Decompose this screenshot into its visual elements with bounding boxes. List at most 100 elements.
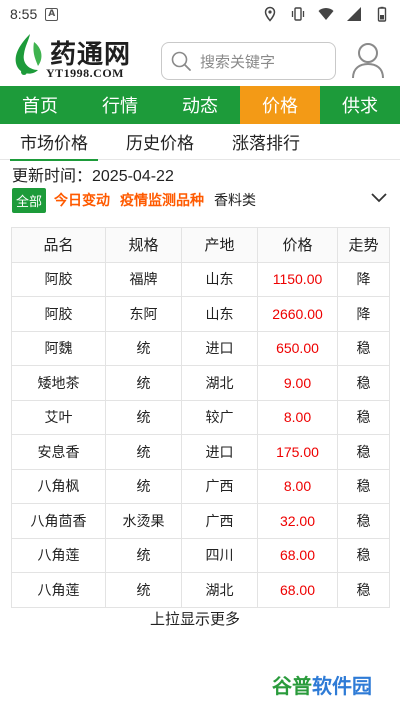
cell-price: 1150.00 bbox=[257, 261, 338, 297]
table-row[interactable]: 安息香统进口 175.00 稳 bbox=[11, 434, 390, 470]
cell-name: 阿胶 bbox=[11, 261, 106, 297]
cell-name: 矮地茶 bbox=[11, 365, 106, 401]
cell-name: 八角莲 bbox=[11, 537, 106, 573]
table-row[interactable]: 八角莲统湖北 68.00 稳 bbox=[11, 572, 390, 608]
load-more-hint[interactable]: 上拉显示更多 bbox=[0, 608, 390, 629]
watermark-part1: 谷普 bbox=[272, 674, 312, 698]
cell-name: 八角枫 bbox=[11, 468, 106, 504]
cell-price: 175.00 bbox=[257, 434, 338, 470]
cell-price: 68.00 bbox=[257, 572, 338, 608]
cell-trend: 降 bbox=[337, 261, 390, 297]
cell-trend: 稳 bbox=[337, 572, 390, 608]
table-row[interactable]: 八角茴香 水烫果 广西 32.00 稳 bbox=[11, 503, 390, 539]
location-icon bbox=[264, 6, 276, 22]
cell-origin: 较广 bbox=[181, 399, 258, 435]
cell-trend: 降 bbox=[337, 296, 390, 332]
cell-trend: 稳 bbox=[337, 468, 390, 504]
filter-today-change[interactable]: 今日变动 bbox=[54, 190, 110, 210]
nav-news[interactable]: 动态 bbox=[160, 86, 240, 124]
table-row[interactable]: 八角莲统四川 68.00 稳 bbox=[11, 537, 390, 573]
col-header-origin: 产地 bbox=[181, 227, 258, 263]
app-notification-icon: A bbox=[45, 7, 59, 21]
cell-spec: 福牌 bbox=[105, 261, 182, 297]
cell-trend: 稳 bbox=[337, 503, 390, 539]
table-row[interactable]: 阿胶 福牌 山东 1150.00 降 bbox=[11, 261, 390, 297]
cell-name: 阿魏 bbox=[11, 330, 106, 366]
cell-origin: 进口 bbox=[181, 330, 258, 366]
cell-name: 八角莲 bbox=[11, 572, 106, 608]
tab-market-price[interactable]: 市场价格 bbox=[10, 124, 98, 161]
cell-spec: 统 bbox=[105, 434, 182, 470]
search-icon bbox=[171, 51, 191, 71]
cell-spec: 统 bbox=[105, 365, 182, 401]
cell-spec: 东阿 bbox=[105, 296, 182, 332]
sub-tabs: 市场价格 历史价格 涨落排行 bbox=[0, 124, 400, 161]
cell-price: 8.00 bbox=[257, 399, 338, 435]
cell-origin: 四川 bbox=[181, 537, 258, 573]
cell-trend: 稳 bbox=[337, 434, 390, 470]
nav-price[interactable]: 价格 bbox=[240, 86, 320, 124]
cell-price: 8.00 bbox=[257, 468, 338, 504]
status-bar: 8:55 A bbox=[0, 0, 400, 28]
watermark-part2: 软件园 bbox=[312, 674, 372, 698]
cell-price: 68.00 bbox=[257, 537, 338, 573]
table-row[interactable]: 矮地茶统湖北 9.00 稳 bbox=[11, 365, 390, 401]
col-header-spec: 规格 bbox=[105, 227, 182, 263]
search-placeholder: 搜索关键字 bbox=[200, 52, 276, 71]
search-box[interactable]: 搜索关键字 bbox=[161, 42, 336, 80]
update-time: 更新时间：2025-04-22 bbox=[12, 168, 174, 185]
cell-price: 9.00 bbox=[257, 365, 338, 401]
filter-epidemic[interactable]: 疫情监测品种 bbox=[120, 190, 204, 210]
table-row[interactable]: 阿胶 东阿 山东 2660.00 降 bbox=[11, 296, 390, 332]
cell-trend: 稳 bbox=[337, 365, 390, 401]
tab-history-price[interactable]: 历史价格 bbox=[116, 124, 204, 160]
cell-spec: 统 bbox=[105, 399, 182, 435]
status-time: 8:55 bbox=[10, 6, 38, 22]
cell-spec: 统 bbox=[105, 572, 182, 608]
nav-market[interactable]: 行情 bbox=[80, 86, 160, 124]
cell-origin: 湖北 bbox=[181, 365, 258, 401]
cell-name: 阿胶 bbox=[11, 296, 106, 332]
battery-icon bbox=[377, 6, 387, 22]
cell-price: 2660.00 bbox=[257, 296, 338, 332]
cell-origin: 山东 bbox=[181, 261, 258, 297]
leaf-logo-icon bbox=[15, 34, 42, 75]
cell-origin: 进口 bbox=[181, 434, 258, 470]
app-header: 药通网 YT1998.COM 搜索关键字 bbox=[0, 28, 400, 84]
table-row[interactable]: 阿魏统进口 650.00 稳 bbox=[11, 330, 390, 366]
table-row[interactable]: 八角枫统广西 8.00 稳 bbox=[11, 468, 390, 504]
cell-origin: 湖北 bbox=[181, 572, 258, 608]
col-header-name: 品名 bbox=[11, 227, 106, 263]
filter-category[interactable]: 香料类 bbox=[214, 190, 256, 210]
filter-bar: 全部 今日变动 疫情监测品种 香料类 bbox=[12, 187, 392, 213]
site-logo[interactable]: 药通网 YT1998.COM bbox=[10, 32, 135, 82]
cell-spec: 统 bbox=[105, 330, 182, 366]
cell-trend: 稳 bbox=[337, 330, 390, 366]
wifi-icon bbox=[318, 8, 334, 20]
cell-origin: 广西 bbox=[181, 503, 258, 539]
watermark: 谷普软件园 bbox=[272, 670, 372, 699]
cell-trend: 稳 bbox=[337, 399, 390, 435]
nav-home[interactable]: 首页 bbox=[0, 86, 80, 124]
chevron-down-icon[interactable] bbox=[370, 191, 388, 205]
nav-supply[interactable]: 供求 bbox=[320, 86, 400, 124]
tab-rise-fall-ranking[interactable]: 涨落排行 bbox=[222, 124, 310, 160]
cell-price: 32.00 bbox=[257, 503, 338, 539]
cell-price: 650.00 bbox=[257, 330, 338, 366]
cell-name: 安息香 bbox=[11, 434, 106, 470]
vibrate-icon bbox=[291, 7, 305, 21]
col-header-trend: 走势 bbox=[337, 227, 390, 263]
signal-icon bbox=[347, 7, 361, 21]
cell-spec: 水烫果 bbox=[105, 503, 182, 539]
user-avatar-icon[interactable] bbox=[350, 40, 386, 80]
col-header-price: 价格 bbox=[257, 227, 338, 263]
cell-name: 八角茴香 bbox=[11, 503, 106, 539]
cell-name: 艾叶 bbox=[11, 399, 106, 435]
cell-trend: 稳 bbox=[337, 537, 390, 573]
filter-all-button[interactable]: 全部 bbox=[12, 187, 47, 213]
table-row[interactable]: 艾叶统较广 8.00 稳 bbox=[11, 399, 390, 435]
logo-url: YT1998.COM bbox=[46, 66, 124, 80]
price-table: 品名 规格 产地 价格 走势 阿胶 福牌 山东 1150.00 降阿胶 东阿 山东 2660.… bbox=[11, 227, 390, 608]
cell-origin: 山东 bbox=[181, 296, 258, 332]
cell-spec: 统 bbox=[105, 537, 182, 573]
